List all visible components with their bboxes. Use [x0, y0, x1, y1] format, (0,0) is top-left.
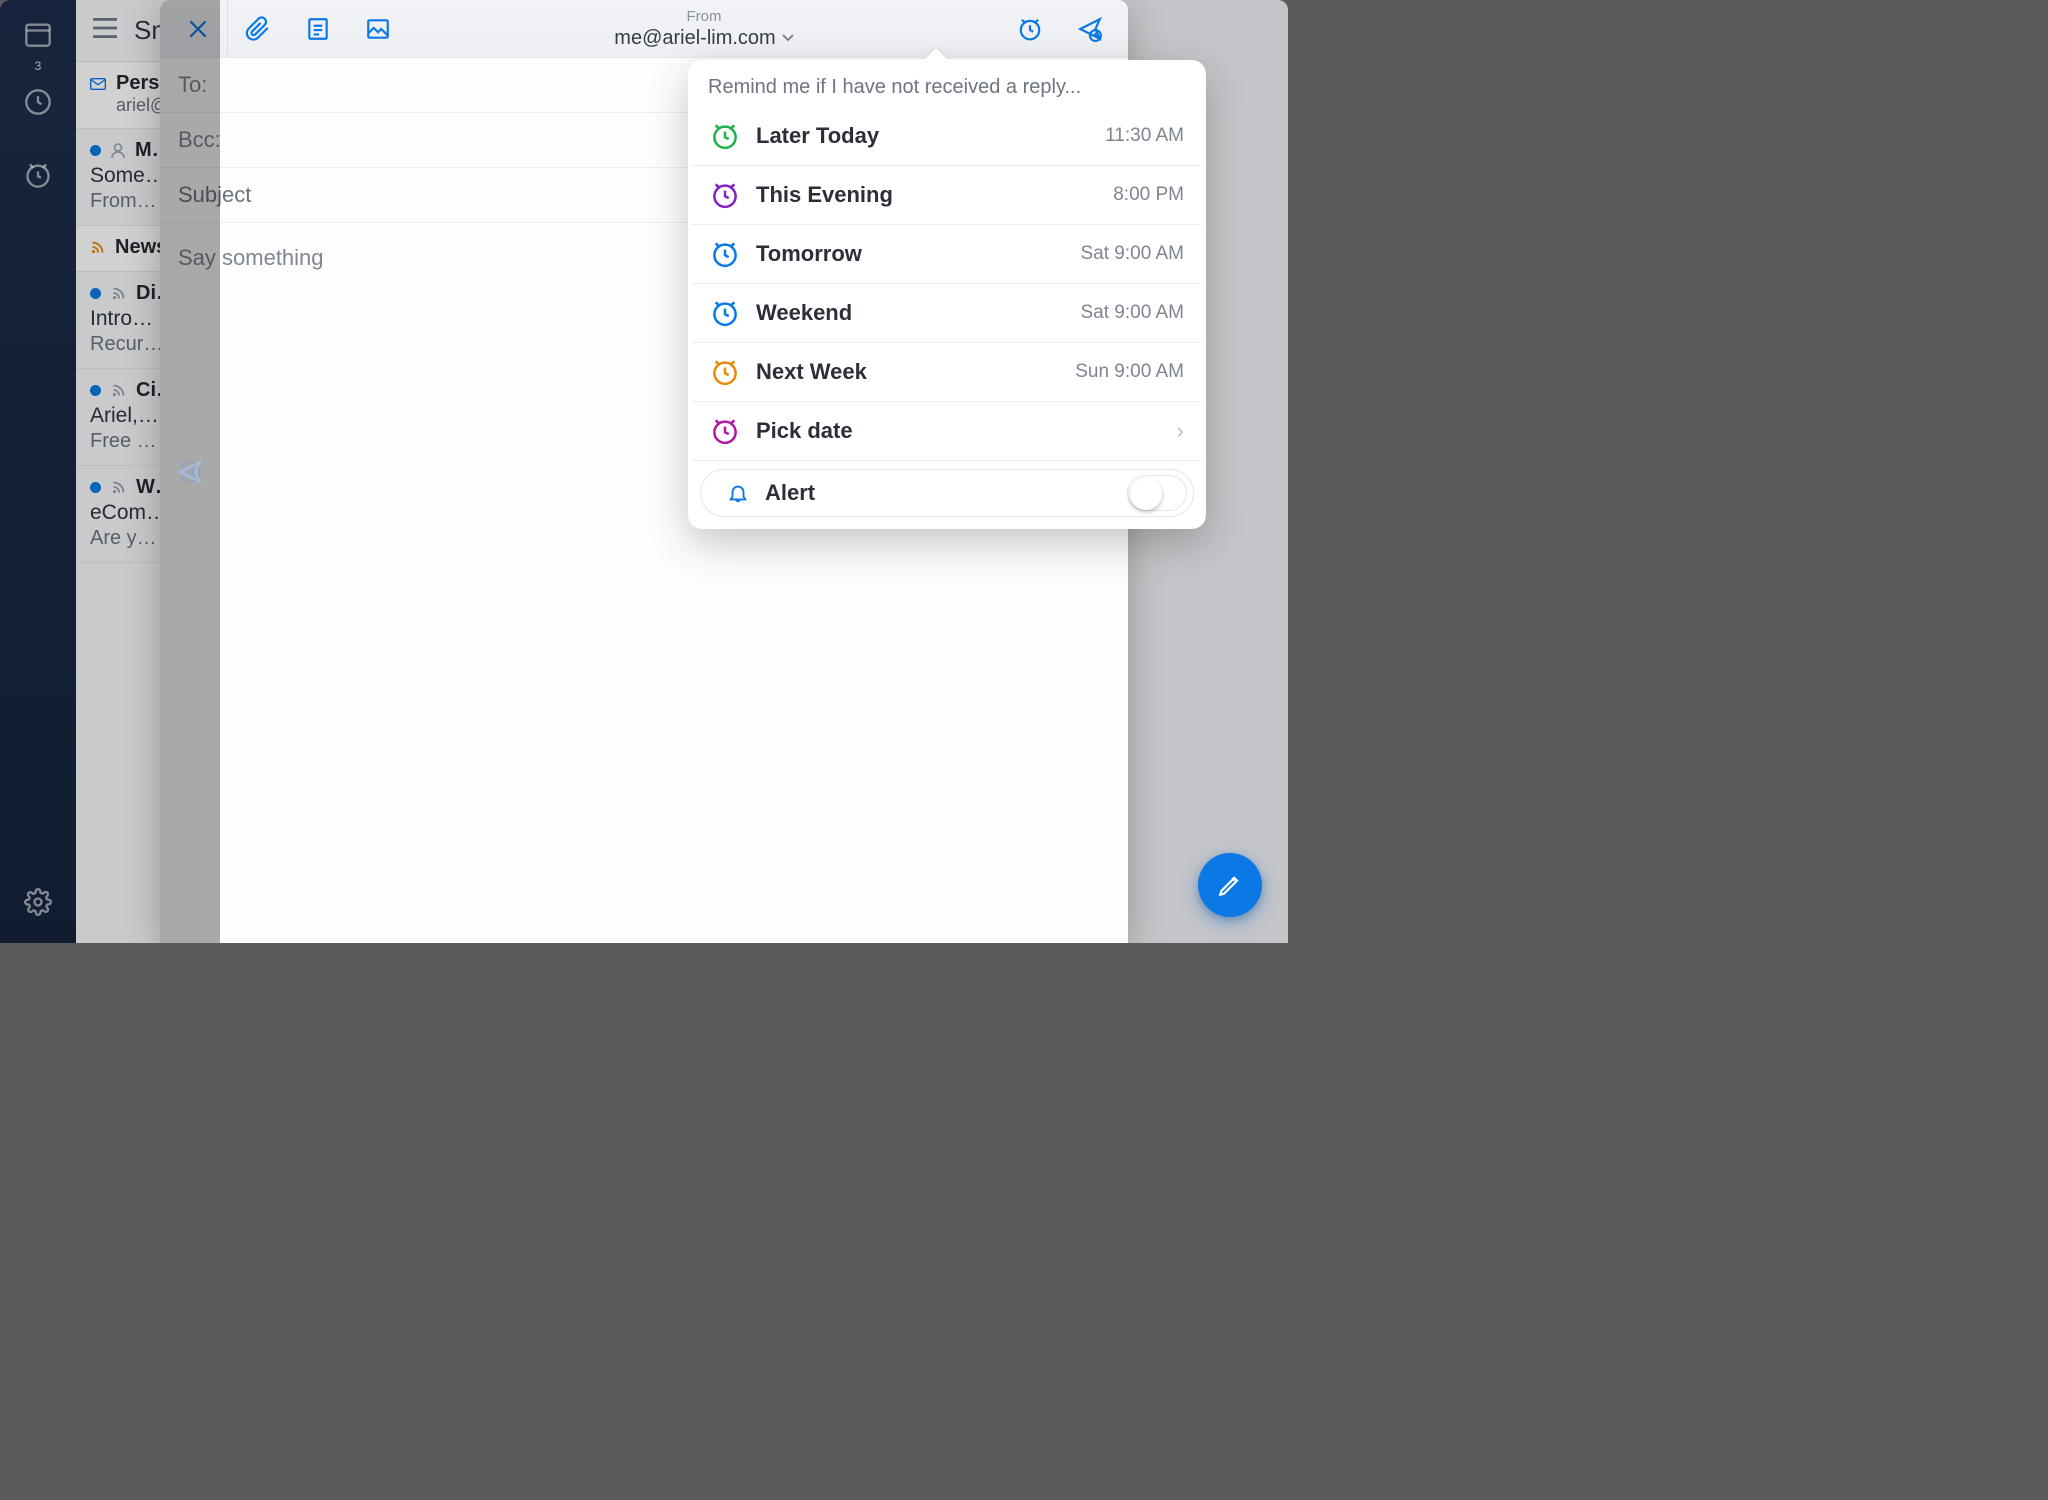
- compose-fab[interactable]: [1198, 853, 1262, 917]
- reminder-option-time: Sat 9:00 AM: [1080, 302, 1184, 324]
- alert-toggle-row: Alert: [700, 469, 1194, 517]
- reminder-popover: Remind me if I have not received a reply…: [688, 60, 1206, 529]
- popover-heading: Remind me if I have not received a reply…: [688, 60, 1206, 107]
- send-button[interactable]: [160, 0, 220, 943]
- chevron-right-icon: ›: [1177, 418, 1184, 444]
- reminder-option-label: Pick date: [756, 418, 1161, 444]
- alarm-icon: [710, 239, 740, 269]
- insert-image-button[interactable]: [348, 0, 408, 57]
- reminder-option-label: Later Today: [756, 123, 1089, 149]
- alarm-icon: [1017, 16, 1043, 42]
- template-button[interactable]: [288, 0, 348, 57]
- alarm-icon: [710, 357, 740, 387]
- reminder-option-weekend[interactable]: Weekend Sat 9:00 AM: [692, 284, 1202, 343]
- chevron-down-icon: [782, 34, 794, 42]
- template-icon: [305, 16, 331, 42]
- reminder-option-label: Next Week: [756, 359, 1059, 385]
- from-address: me@ariel-lim.com: [614, 26, 775, 50]
- alert-switch[interactable]: [1127, 475, 1187, 511]
- reminder-button[interactable]: [1000, 0, 1060, 57]
- reminder-option-time: Sun 9:00 AM: [1075, 361, 1184, 383]
- switch-knob: [1130, 478, 1162, 510]
- send-later-icon: [1077, 16, 1103, 42]
- reminder-option-this-evening[interactable]: This Evening 8:00 PM: [692, 166, 1202, 225]
- reminder-option-time: 11:30 AM: [1105, 125, 1184, 147]
- reminder-option-later-today[interactable]: Later Today 11:30 AM: [692, 107, 1202, 166]
- compose-toolbar: From me@ariel-lim.com: [160, 0, 1128, 58]
- bell-icon: [727, 482, 749, 504]
- attach-button[interactable]: [228, 0, 288, 57]
- send-later-button[interactable]: [1060, 0, 1120, 57]
- reminder-option-label: Tomorrow: [756, 241, 1064, 267]
- reminder-option-pick-date[interactable]: Pick date ›: [692, 402, 1202, 461]
- reminder-option-tomorrow[interactable]: Tomorrow Sat 9:00 AM: [692, 225, 1202, 284]
- alarm-icon: [710, 121, 740, 151]
- send-icon: [177, 459, 203, 485]
- attachment-icon: [245, 16, 271, 42]
- reminder-option-time: 8:00 PM: [1113, 184, 1184, 206]
- reminder-option-next-week[interactable]: Next Week Sun 9:00 AM: [692, 343, 1202, 402]
- alarm-icon: [710, 298, 740, 328]
- alarm-icon: [710, 416, 740, 446]
- from-label: From: [408, 8, 1000, 26]
- alarm-icon: [710, 180, 740, 210]
- from-selector[interactable]: me@ariel-lim.com: [614, 26, 793, 50]
- reminder-option-label: Weekend: [756, 300, 1064, 326]
- pencil-icon: [1217, 872, 1243, 898]
- reminder-option-time: Sat 9:00 AM: [1080, 243, 1184, 265]
- reminder-option-label: This Evening: [756, 182, 1097, 208]
- alert-label: Alert: [765, 480, 1111, 506]
- image-icon: [365, 16, 391, 42]
